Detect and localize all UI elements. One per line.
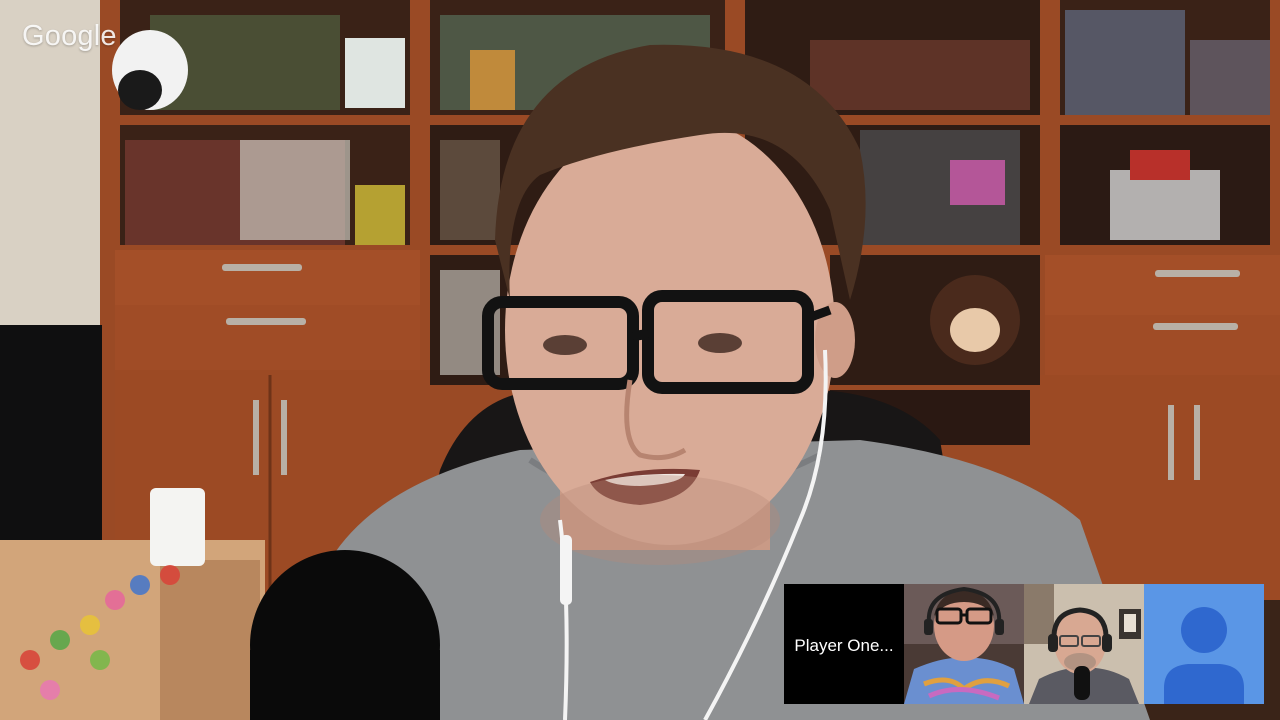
google-watermark-logo: Google <box>22 20 117 52</box>
participant-tile-video-2[interactable] <box>1024 584 1144 704</box>
participant-tile-avatar[interactable] <box>1144 584 1264 704</box>
participant-tile-video-1[interactable] <box>904 584 1024 704</box>
participant-video-thumbnail <box>904 584 1024 704</box>
participant-filmstrip: Player One... <box>784 584 1264 704</box>
participant-name-label: Player One... <box>794 636 894 655</box>
participant-tile-name[interactable]: Player One... <box>784 584 904 704</box>
person-icon <box>1144 584 1264 704</box>
participant-video-thumbnail <box>1024 584 1144 704</box>
